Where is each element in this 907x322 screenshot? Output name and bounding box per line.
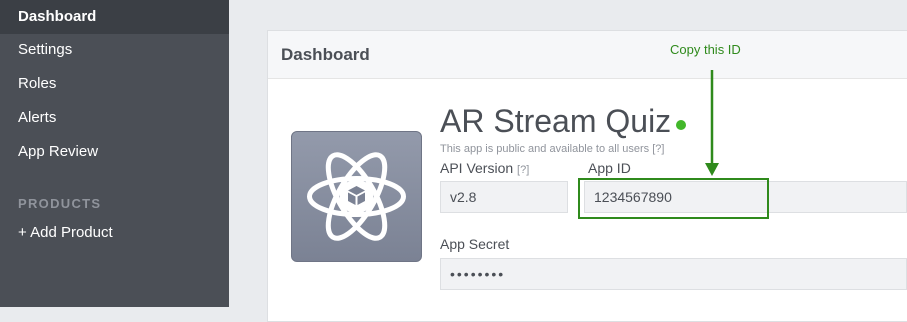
annotation-arrow-icon (705, 70, 719, 176)
